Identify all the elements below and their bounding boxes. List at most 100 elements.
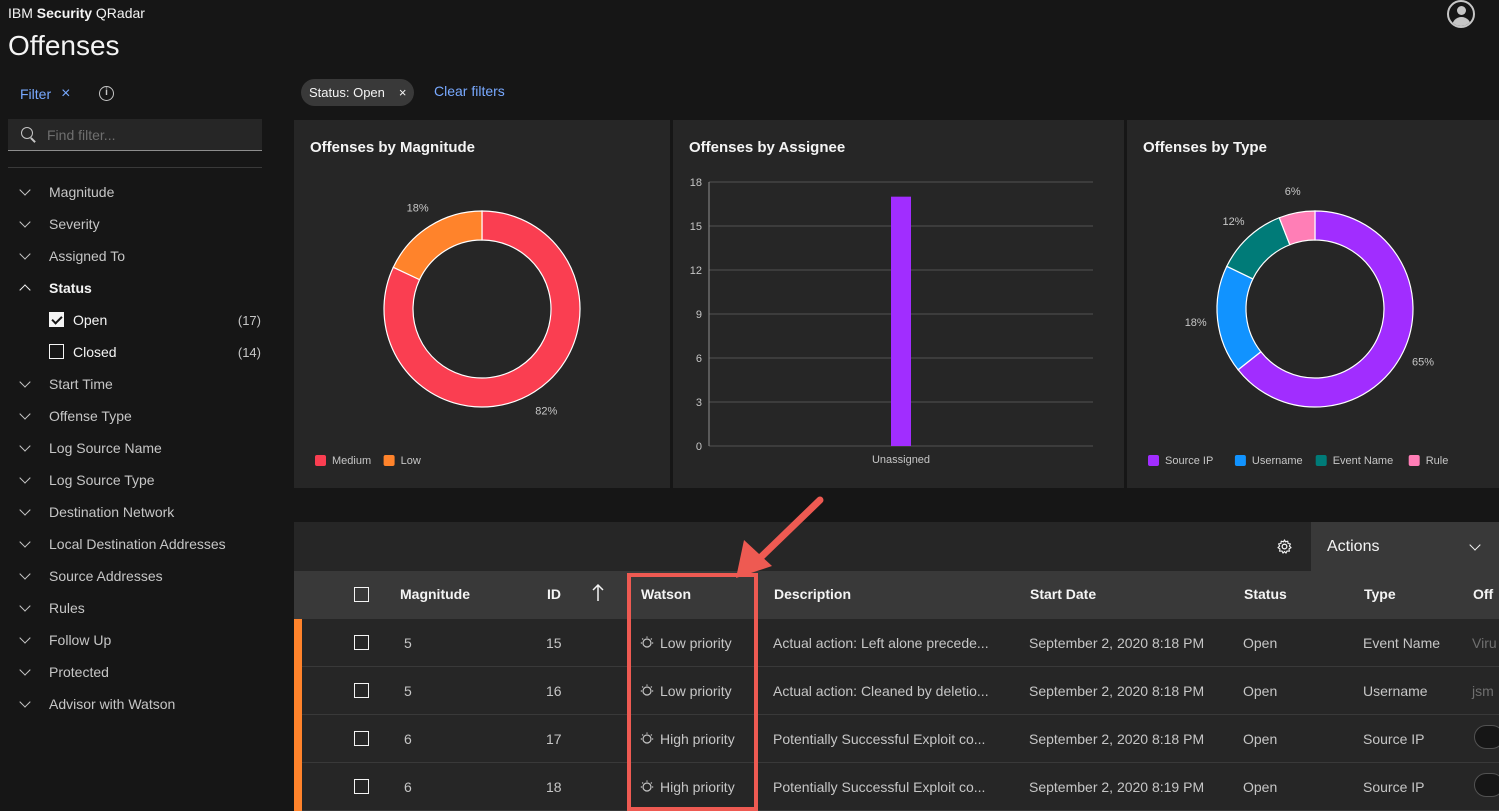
table-row[interactable]: 6 17 High priority Potentially Successful E…: [294, 715, 1499, 763]
close-filter-icon[interactable]: ×: [61, 85, 70, 103]
row-checkbox[interactable]: [354, 683, 369, 698]
col-magnitude[interactable]: Magnitude: [400, 586, 470, 602]
assignee-chart-svg: 0 3 6 9 12 15 18 Unassigned: [690, 177, 1093, 466]
chevron-down-icon: [19, 600, 31, 612]
slice-label: 65%: [1412, 356, 1434, 368]
filter-category-14[interactable]: Advisor with Watson: [0, 688, 270, 720]
overflow-pill: [1474, 725, 1499, 749]
pie-slice: [392, 210, 483, 281]
filter-category-4[interactable]: Start Time: [0, 368, 270, 400]
severity-accent-bar: [294, 763, 302, 811]
chevron-down-icon: [19, 472, 31, 484]
table-row[interactable]: 5 16 Low priority Actual action: Cleaned by…: [294, 667, 1499, 715]
filter-category-label: Severity: [49, 216, 100, 232]
status-option-1[interactable]: Closed (14): [0, 336, 270, 368]
filter-category-label: Offense Type: [49, 408, 132, 424]
row-checkbox[interactable]: [354, 731, 369, 746]
filter-category-label: Local Destination Addresses: [49, 536, 226, 552]
chevron-down-icon: [19, 440, 31, 452]
cell-type: Event Name: [1363, 635, 1441, 651]
pie-slice: [1216, 265, 1262, 371]
status-option-0[interactable]: Open (17): [0, 304, 270, 336]
cell-type: Source IP: [1363, 779, 1425, 795]
filter-category-13[interactable]: Protected: [0, 656, 270, 688]
y-tick-label: 12: [690, 265, 702, 277]
col-overflow[interactable]: Off: [1473, 586, 1493, 602]
legend-swatch: [1315, 455, 1327, 466]
col-description[interactable]: Description: [774, 586, 851, 602]
cell-description[interactable]: Potentially Successful Exploit co...: [773, 779, 985, 795]
remove-tag-icon[interactable]: ×: [399, 85, 407, 100]
severity-accent-bar: [294, 619, 302, 667]
user-avatar-icon[interactable]: [1447, 0, 1475, 28]
chart-title-type: Offenses by Type: [1143, 139, 1267, 156]
filter-category-12[interactable]: Follow Up: [0, 624, 270, 656]
chevron-down-icon: [19, 632, 31, 644]
divider: [8, 167, 262, 168]
cell-id: 16: [546, 683, 562, 699]
chevron-up-icon: [19, 284, 31, 296]
col-id[interactable]: ID: [547, 586, 561, 602]
table-row[interactable]: 5 15 Low priority Actual action: Left alone…: [294, 619, 1499, 667]
type-chart-svg: 65% 18% 12% 6% Source IP Username Event Name Ru…: [1148, 186, 1448, 467]
cell-magnitude: 5: [404, 635, 412, 651]
severity-accent-bar: [294, 667, 302, 715]
chevron-down-icon: [19, 376, 31, 388]
cell-description[interactable]: Actual action: Left alone precede...: [773, 635, 989, 651]
chart-title-assignee: Offenses by Assignee: [689, 139, 846, 156]
filter-category-7[interactable]: Log Source Type: [0, 464, 270, 496]
filter-search-input[interactable]: [47, 126, 247, 143]
row-checkbox[interactable]: [354, 779, 369, 794]
y-tick-label: 18: [690, 177, 702, 189]
y-tick-label: 9: [696, 309, 702, 321]
sort-ascending-icon[interactable]: [592, 583, 604, 603]
chevron-down-icon: [1469, 539, 1481, 551]
filter-category-0[interactable]: Magnitude: [0, 176, 270, 208]
row-checkbox[interactable]: [354, 635, 369, 650]
chevron-down-icon: [19, 696, 31, 708]
filter-category-10[interactable]: Source Addresses: [0, 560, 270, 592]
chart-card-assignee: 0 3 6 9 12 15 18 Unassigned Offenses by Assigne…: [673, 120, 1124, 488]
status-checkbox[interactable]: [49, 344, 64, 359]
cell-start-date: September 2, 2020 8:18 PM: [1029, 635, 1205, 651]
gear-icon[interactable]: [1277, 539, 1292, 554]
table-row[interactable]: 6 18 High priority Potentially Successful E…: [294, 763, 1499, 811]
filter-category-label: Protected: [49, 664, 109, 680]
cell-status: Open: [1243, 731, 1278, 747]
filter-category-label: Source Addresses: [49, 568, 163, 584]
slice-label: 82%: [535, 405, 557, 417]
filter-category-11[interactable]: Rules: [0, 592, 270, 624]
col-status[interactable]: Status: [1244, 586, 1287, 602]
filter-category-5[interactable]: Offense Type: [0, 400, 270, 432]
clear-filters-link[interactable]: Clear filters: [434, 83, 505, 99]
select-all-checkbox[interactable]: [354, 587, 369, 602]
cell-description[interactable]: Potentially Successful Exploit co...: [773, 731, 985, 747]
severity-accent-bar: [294, 715, 302, 763]
legend-swatch: [315, 455, 326, 466]
info-icon[interactable]: i: [99, 86, 114, 101]
slice-label: 6%: [1285, 186, 1301, 198]
status-checkbox[interactable]: [49, 312, 64, 327]
chevron-down-icon: [19, 664, 31, 676]
col-start-date[interactable]: Start Date: [1030, 586, 1096, 602]
filter-category-label: Advisor with Watson: [49, 696, 176, 712]
cell-description[interactable]: Actual action: Cleaned by deletio...: [773, 683, 989, 699]
cell-magnitude: 5: [404, 683, 412, 699]
filter-category-2[interactable]: Assigned To: [0, 240, 270, 272]
filter-search[interactable]: [8, 119, 262, 151]
filter-label[interactable]: Filter: [20, 86, 51, 102]
chevron-down-icon: [19, 184, 31, 196]
cell-id: 15: [546, 635, 562, 651]
filter-category-9[interactable]: Local Destination Addresses: [0, 528, 270, 560]
cell-status: Open: [1243, 779, 1278, 795]
col-type[interactable]: Type: [1364, 586, 1396, 602]
filter-categories: Magnitude Severity Assigned To Status Open (1…: [0, 176, 270, 720]
actions-dropdown[interactable]: Actions: [1311, 522, 1499, 571]
chevron-down-icon: [19, 248, 31, 260]
filter-category-6[interactable]: Log Source Name: [0, 432, 270, 464]
status-filter-tag[interactable]: Status: Open ×: [301, 79, 415, 106]
filter-category-1[interactable]: Severity: [0, 208, 270, 240]
filter-category-8[interactable]: Destination Network: [0, 496, 270, 528]
filter-category-3[interactable]: Status: [0, 272, 270, 304]
filter-category-label: Follow Up: [49, 632, 112, 648]
